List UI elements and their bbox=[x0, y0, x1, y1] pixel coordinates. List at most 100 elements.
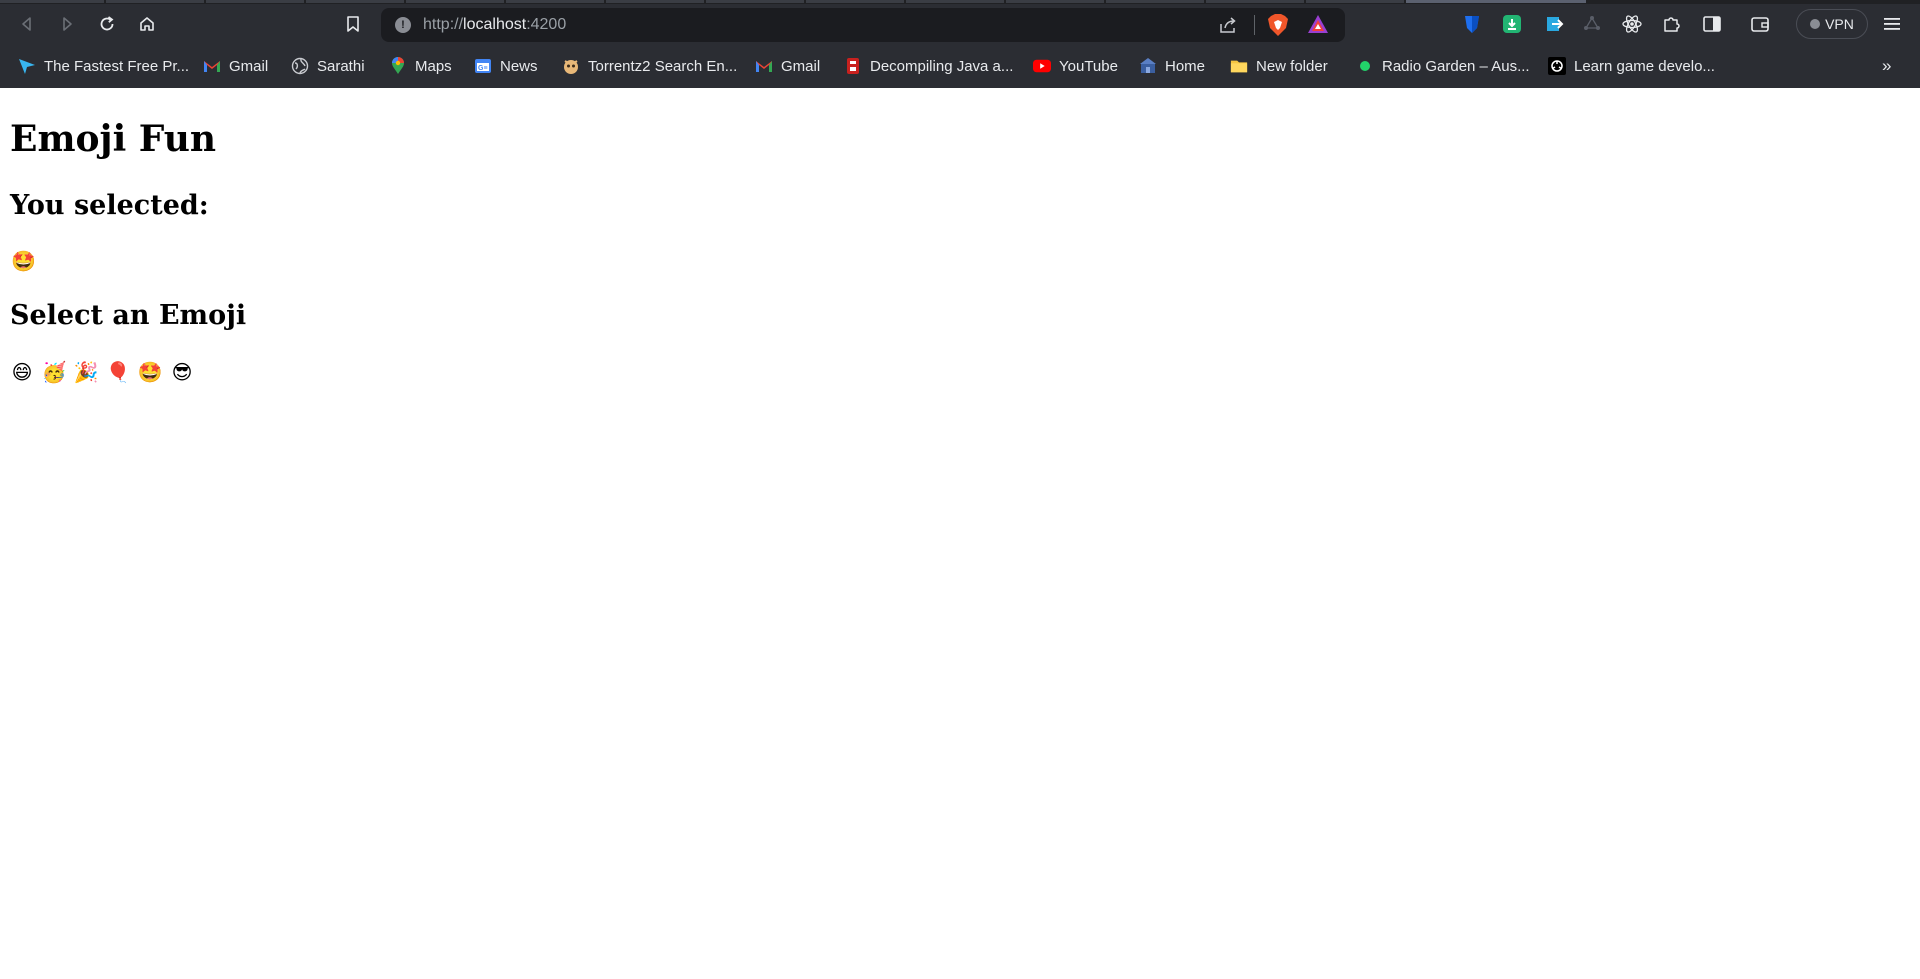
back-button[interactable] bbox=[12, 9, 42, 39]
tab-active[interactable] bbox=[1406, 0, 1586, 3]
extension-button[interactable] bbox=[1540, 10, 1568, 38]
emoji-option[interactable]: 🤩 bbox=[138, 361, 163, 383]
svg-text:G≡: G≡ bbox=[478, 65, 488, 72]
puzzle-piece-icon bbox=[1664, 17, 1680, 32]
main-menu-button[interactable] bbox=[1878, 10, 1906, 38]
bookmark-item[interactable]: YouTube bbox=[1033, 54, 1118, 78]
selected-emoji: 🤩 bbox=[11, 249, 36, 273]
vpn-label: VPN bbox=[1825, 16, 1854, 32]
tab[interactable] bbox=[706, 0, 804, 3]
tab[interactable] bbox=[1106, 0, 1204, 3]
bookmark-label: New folder bbox=[1256, 57, 1328, 75]
gmail-icon bbox=[755, 57, 773, 75]
address-bar[interactable]: ! http://localhost:4200 bbox=[381, 8, 1345, 42]
maps-pin-icon bbox=[389, 57, 407, 75]
wallet-icon bbox=[1751, 17, 1769, 32]
emoji-option[interactable]: 🎈 bbox=[106, 361, 131, 383]
tab[interactable] bbox=[1206, 0, 1304, 3]
rewards-triangle-icon bbox=[1308, 15, 1328, 33]
reload-button[interactable] bbox=[92, 9, 122, 39]
folder-icon bbox=[1230, 57, 1248, 75]
extension-button[interactable] bbox=[1618, 10, 1646, 38]
globe-icon bbox=[291, 57, 309, 75]
bookmark-item[interactable]: Gmail bbox=[755, 54, 820, 78]
react-devtools-icon bbox=[1622, 15, 1642, 33]
vpn-button[interactable]: VPN bbox=[1796, 9, 1868, 39]
emoji-option[interactable]: 😎 bbox=[171, 361, 193, 383]
vpn-status-dot-icon bbox=[1810, 19, 1821, 29]
tab[interactable] bbox=[306, 0, 404, 3]
tab[interactable] bbox=[606, 0, 704, 3]
tab-strip bbox=[0, 0, 1920, 4]
decompiler-icon bbox=[844, 57, 862, 75]
share-button[interactable] bbox=[1217, 14, 1239, 41]
bookmark-item[interactable]: Sarathi bbox=[291, 54, 365, 78]
youtube-icon bbox=[1033, 57, 1051, 75]
bookmark-item[interactable]: Decompiling Java a... bbox=[844, 54, 1013, 78]
forward-button[interactable] bbox=[52, 9, 82, 39]
tab[interactable] bbox=[406, 0, 504, 3]
bookmarks-bar: The Fastest Free Pr... Gmail Sarathi Map… bbox=[0, 50, 1920, 82]
extension-button[interactable] bbox=[1458, 10, 1486, 38]
tab[interactable] bbox=[106, 0, 204, 3]
bookmark-label: Gmail bbox=[781, 57, 821, 75]
site-info-icon[interactable]: ! bbox=[395, 17, 411, 33]
bookmark-item[interactable]: Torrentz2 Search En... bbox=[562, 54, 737, 78]
bookmark-label: YouTube bbox=[1059, 57, 1118, 75]
bookmark-item[interactable]: G≡ News bbox=[474, 54, 538, 78]
bookmark-label: Torrentz2 Search En... bbox=[588, 57, 738, 75]
back-arrow-icon bbox=[22, 17, 31, 31]
tab[interactable] bbox=[906, 0, 1004, 3]
home-button[interactable] bbox=[132, 9, 162, 39]
bookmark-item[interactable]: Maps bbox=[389, 54, 452, 78]
hamburger-menu-icon bbox=[1884, 18, 1900, 30]
tab[interactable] bbox=[506, 0, 604, 3]
brave-lion-icon bbox=[1268, 14, 1288, 36]
bookmark-label: Sarathi bbox=[317, 57, 365, 75]
game-dev-icon bbox=[1548, 57, 1566, 75]
bookmark-item[interactable]: Learn game develo... bbox=[1548, 54, 1715, 78]
bookmark-button[interactable] bbox=[338, 9, 368, 39]
bookmark-label: Learn game develo... bbox=[1574, 57, 1715, 75]
bookmark-item[interactable]: New folder bbox=[1230, 54, 1328, 78]
emoji-option[interactable]: 😄 bbox=[11, 361, 33, 383]
bookmark-item[interactable]: The Fastest Free Pr... bbox=[18, 54, 189, 78]
forward-arrow-icon bbox=[63, 17, 72, 31]
select-heading: Select an Emoji bbox=[10, 300, 247, 331]
emoji-option[interactable]: 🥳 bbox=[42, 361, 67, 383]
download-manager-icon bbox=[1503, 15, 1521, 33]
extensions-menu-button[interactable] bbox=[1658, 10, 1686, 38]
emoji-option[interactable]: 🎉 bbox=[74, 361, 99, 383]
home-icon bbox=[140, 17, 154, 31]
wallet-button[interactable] bbox=[1746, 10, 1774, 38]
extension-button[interactable] bbox=[1578, 10, 1606, 38]
sidebar-toggle-button[interactable] bbox=[1698, 10, 1726, 38]
bookmark-label: News bbox=[500, 57, 538, 75]
send-tab-icon bbox=[1547, 17, 1564, 31]
emoji-list: 😄 🥳 🎉 🎈 🤩 😎 bbox=[11, 361, 193, 383]
gmail-icon bbox=[203, 57, 221, 75]
toolbar: ! http://localhost:4200 VPN bbox=[0, 6, 1920, 44]
browser-chrome: ! http://localhost:4200 VPN The Fastest … bbox=[0, 0, 1920, 88]
bookmark-item[interactable]: Gmail bbox=[203, 54, 268, 78]
url-text[interactable]: http://localhost:4200 bbox=[423, 16, 566, 34]
bookmark-item[interactable]: Home bbox=[1139, 54, 1205, 78]
brave-rewards-button[interactable] bbox=[1307, 14, 1329, 39]
bookmarks-overflow-button[interactable]: » bbox=[1882, 56, 1891, 76]
bookmark-label: The Fastest Free Pr... bbox=[44, 57, 190, 75]
brave-shields-button[interactable] bbox=[1267, 13, 1289, 42]
tab[interactable] bbox=[1006, 0, 1104, 3]
send-arrow-icon bbox=[18, 57, 36, 75]
bookmark-label: Gmail bbox=[229, 57, 269, 75]
blue-shield-extension-icon bbox=[1465, 16, 1479, 33]
share-icon bbox=[1220, 17, 1236, 33]
home-site-icon bbox=[1139, 57, 1157, 75]
tab[interactable] bbox=[1306, 0, 1404, 3]
tab[interactable] bbox=[206, 0, 304, 3]
tab[interactable] bbox=[806, 0, 904, 3]
bookmark-item[interactable]: Radio Garden – Aus... bbox=[1356, 54, 1530, 78]
bookmark-label: Decompiling Java a... bbox=[870, 57, 1014, 75]
extension-button[interactable] bbox=[1498, 10, 1526, 38]
tab[interactable] bbox=[0, 0, 104, 3]
torrentz-icon bbox=[562, 57, 580, 75]
